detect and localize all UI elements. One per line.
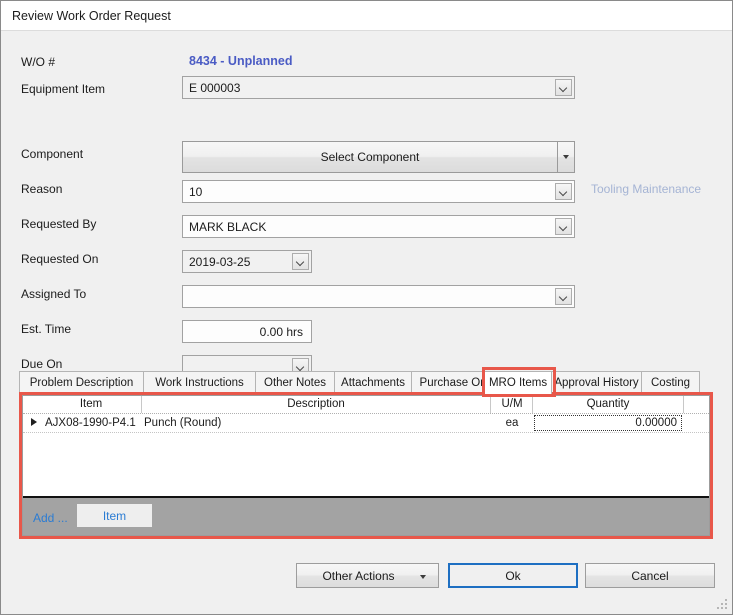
title-bar: Review Work Order Request bbox=[1, 1, 732, 31]
resize-grip[interactable] bbox=[716, 598, 729, 611]
tab-approval-history[interactable]: Approval History bbox=[551, 371, 642, 393]
requested-by-label: Requested By bbox=[21, 217, 97, 231]
chevron-down-icon[interactable] bbox=[555, 183, 572, 200]
ok-button[interactable]: Ok bbox=[448, 563, 578, 588]
equipment-item-label: Equipment Item bbox=[21, 82, 106, 96]
est-time-value: 0.00 hrs bbox=[259, 324, 303, 339]
requested-by-value: MARK BLACK bbox=[189, 219, 267, 234]
chevron-down-icon[interactable] bbox=[555, 288, 572, 305]
tab-label: Costing bbox=[651, 376, 690, 389]
tab-label: Work Instructions bbox=[155, 376, 244, 389]
select-component-split-button[interactable]: Select Component bbox=[182, 141, 575, 173]
due-on-label: Due On bbox=[21, 357, 63, 371]
equipment-item-combobox[interactable]: E 000003 bbox=[182, 76, 575, 99]
chevron-down-icon[interactable] bbox=[555, 79, 572, 96]
select-component-button[interactable]: Select Component bbox=[183, 142, 558, 172]
select-component-dropdown-arrow[interactable] bbox=[558, 142, 574, 172]
assigned-to-combobox[interactable] bbox=[182, 285, 575, 308]
tab-work-instructions[interactable]: Work Instructions bbox=[143, 371, 256, 393]
tab-label: Other Notes bbox=[264, 376, 326, 389]
tab-costing[interactable]: Costing bbox=[641, 371, 700, 393]
chevron-down-icon[interactable] bbox=[555, 218, 572, 235]
reason-label: Reason bbox=[21, 182, 63, 196]
other-actions-button[interactable]: Other Actions bbox=[296, 563, 439, 588]
window-title: Review Work Order Request bbox=[12, 9, 171, 23]
tab-other-notes[interactable]: Other Notes bbox=[255, 371, 335, 393]
component-label: Component bbox=[21, 147, 84, 161]
select-component-button-label: Select Component bbox=[320, 150, 420, 164]
chevron-down-icon[interactable] bbox=[292, 253, 309, 270]
tab-label: Approval History bbox=[554, 376, 639, 389]
requested-by-combobox[interactable]: MARK BLACK bbox=[182, 215, 575, 238]
tab-attachments[interactable]: Attachments bbox=[334, 371, 412, 393]
tab-label: MRO Items bbox=[488, 377, 548, 389]
reason-description-text: Tooling Maintenance bbox=[591, 182, 702, 196]
triangle-down-icon bbox=[563, 155, 569, 159]
tab-problem-description[interactable]: Problem Description bbox=[19, 371, 144, 393]
cancel-button[interactable]: Cancel bbox=[585, 563, 715, 588]
equipment-item-value: E 000003 bbox=[189, 80, 241, 95]
requested-on-value: 2019-03-25 bbox=[189, 254, 251, 269]
wo-number-label: W/O # bbox=[21, 55, 56, 69]
triangle-down-icon bbox=[420, 575, 426, 579]
reason-combobox[interactable]: 10 bbox=[182, 180, 575, 203]
assigned-to-label: Assigned To bbox=[21, 287, 87, 301]
reason-value: 10 bbox=[189, 184, 203, 199]
est-time-label: Est. Time bbox=[21, 322, 72, 336]
mro-grid-highlight-annotation bbox=[19, 392, 713, 539]
wo-number-value: 8434 - Unplanned bbox=[189, 54, 293, 68]
tab-strip: Problem Description Work Instructions Ot… bbox=[19, 371, 713, 394]
est-time-input[interactable]: 0.00 hrs bbox=[182, 320, 312, 343]
tab-mro-items[interactable]: MRO Items bbox=[484, 371, 552, 394]
requested-on-datepicker[interactable]: 2019-03-25 bbox=[182, 250, 312, 273]
requested-on-label: Requested On bbox=[21, 252, 99, 266]
tab-label: Attachments bbox=[341, 376, 405, 389]
tab-label: Problem Description bbox=[29, 376, 134, 389]
review-work-order-request-dialog: Review Work Order Request W/O # 8434 - U… bbox=[0, 0, 733, 615]
other-actions-label: Other Actions bbox=[322, 568, 395, 583]
